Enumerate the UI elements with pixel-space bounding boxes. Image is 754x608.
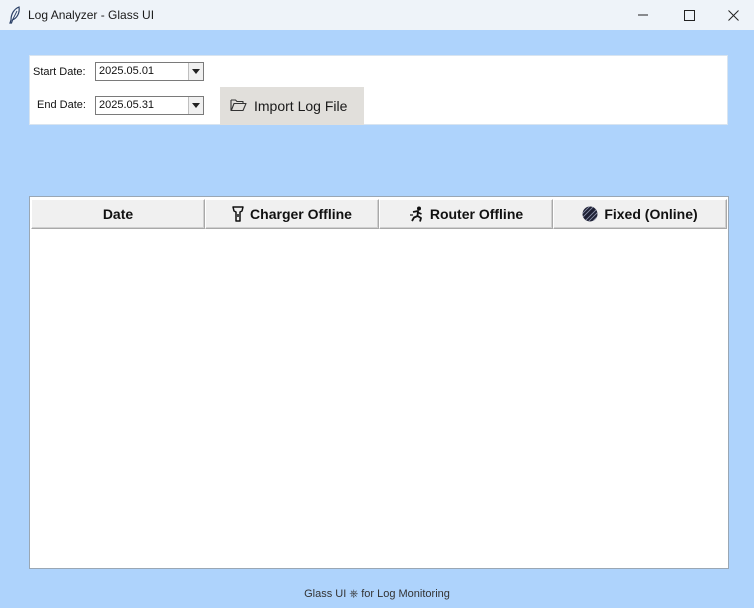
end-date-dropdown-arrow[interactable] [188, 97, 203, 114]
column-header-label: Router Offline [429, 206, 524, 222]
column-header-router-offline[interactable]: Router Offline [379, 199, 553, 229]
maximize-button[interactable] [666, 0, 712, 30]
folder-open-icon [230, 98, 247, 115]
maximize-icon [683, 9, 695, 21]
window-title: Log Analyzer - Glass UI [28, 8, 155, 22]
column-header-date[interactable]: Date [31, 199, 205, 229]
minimize-icon [638, 14, 648, 16]
close-button[interactable] [712, 0, 754, 30]
start-date-dropdown-arrow[interactable] [188, 63, 203, 80]
feather-icon [8, 6, 22, 24]
import-button-label: Import Log File [254, 98, 348, 114]
chevron-down-icon [192, 69, 200, 74]
column-header-charger-offline[interactable]: Charger Offline [205, 199, 379, 229]
running-person-icon [409, 206, 424, 222]
column-header-fixed-online[interactable]: Fixed (Online) [553, 199, 727, 229]
start-date-label: Start Date: [33, 66, 86, 78]
column-header-label: Fixed (Online) [604, 206, 698, 222]
import-log-file-button[interactable]: Import Log File [220, 87, 364, 125]
globe-icon [582, 206, 598, 222]
chevron-down-icon [192, 103, 200, 108]
column-header-label: Charger Offline [250, 206, 352, 222]
end-date-label: End Date: [37, 99, 86, 111]
footer-text: Glass UI ⎈ for Log Monitoring [304, 588, 450, 600]
date-filter-panel: Start Date: 2025.05.01 End Date: 2025.05… [29, 55, 728, 125]
minimize-button[interactable] [620, 0, 666, 30]
table-header: Date Charger Offline Router Offline Fixe… [31, 199, 727, 229]
flashlight-icon [232, 206, 244, 222]
title-bar: Log Analyzer - Glass UI [0, 0, 754, 30]
start-date-combobox[interactable]: 2025.05.01 [95, 62, 204, 81]
end-date-value: 2025.05.31 [99, 99, 155, 111]
start-date-value: 2025.05.01 [99, 65, 155, 77]
close-icon [727, 9, 739, 21]
column-header-label: Date [102, 206, 134, 222]
log-table: Date Charger Offline Router Offline Fixe… [29, 196, 729, 569]
table-body[interactable] [31, 229, 727, 567]
end-date-combobox[interactable]: 2025.05.31 [95, 96, 204, 115]
